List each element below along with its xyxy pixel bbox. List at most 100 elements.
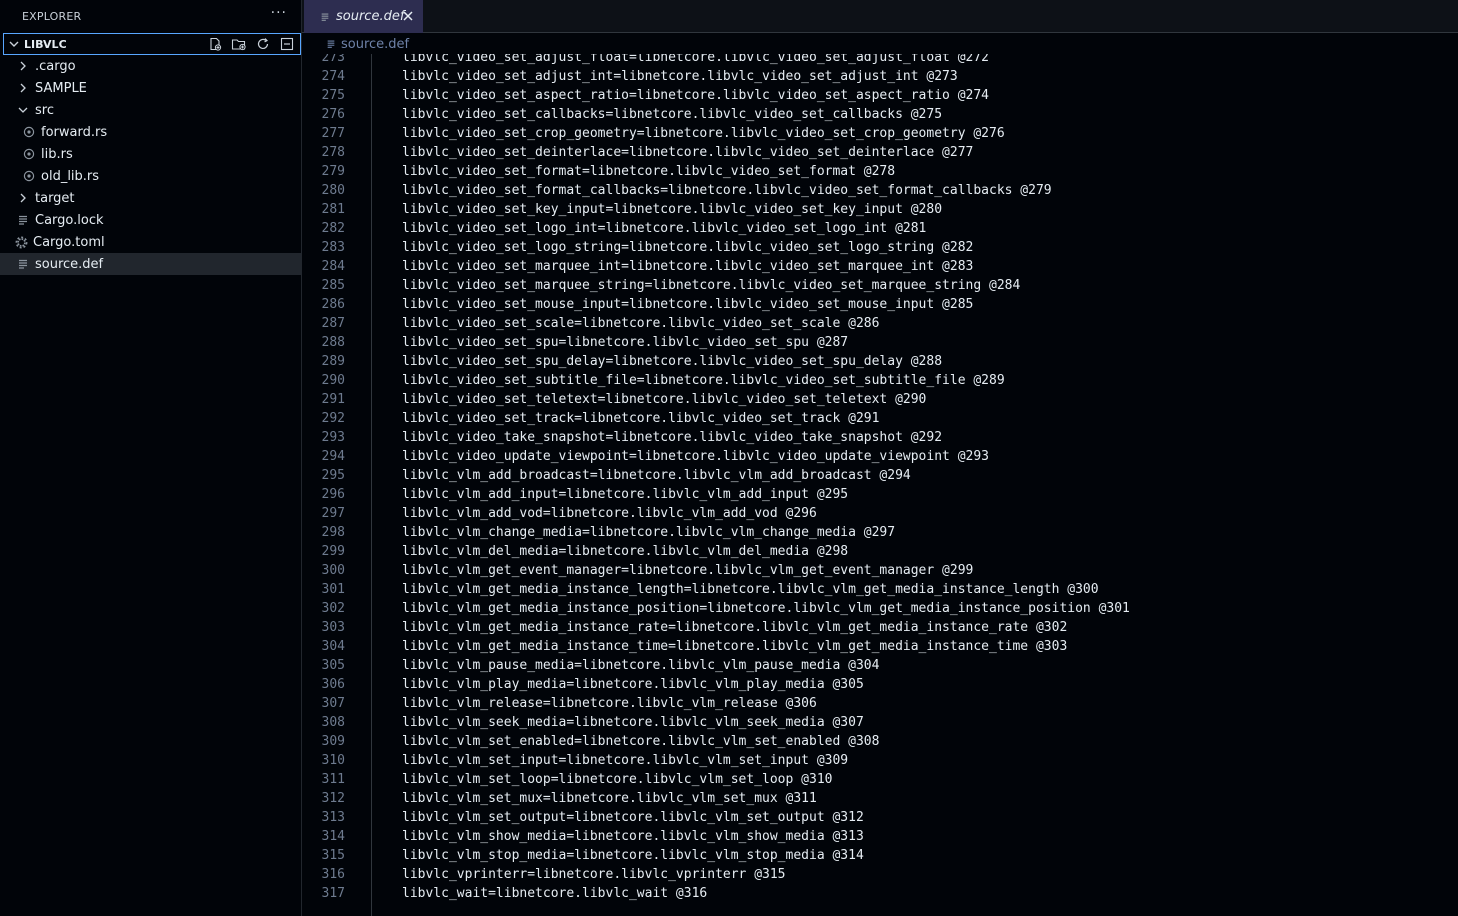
tree-item-lib-rs[interactable]: lib.rs — [0, 143, 301, 165]
rust-file-icon — [22, 125, 36, 139]
tree-item-label: src — [35, 102, 54, 118]
code-line[interactable]: 306 libvlc_vlm_play_media=libnetcore.libv… — [302, 675, 1458, 694]
code-line[interactable]: 274 libvlc_video_set_adjust_int=libnetcor… — [302, 67, 1458, 86]
tree-item-cargo[interactable]: .cargo — [0, 55, 301, 77]
line-number: 311 — [321, 772, 345, 787]
code-line[interactable]: 300 libvlc_vlm_get_event_manager=libnetco… — [302, 561, 1458, 580]
code-line[interactable]: 292 libvlc_video_set_track=libnetcore.lib… — [302, 409, 1458, 428]
tree-item-src[interactable]: src — [0, 99, 301, 121]
line-number: 273 — [321, 54, 345, 65]
code-line[interactable]: 307 libvlc_vlm_release=libnetcore.libvlc_… — [302, 694, 1458, 713]
code-line[interactable]: 310 libvlc_vlm_set_input=libnetcore.libvl… — [302, 751, 1458, 770]
tree-item-cargo-toml[interactable]: Cargo.toml — [0, 231, 301, 253]
code-line[interactable]: 281 libvlc_video_set_key_input=libnetcore… — [302, 200, 1458, 219]
line-text: libvlc_vlm_release=libnetcore.libvlc_vlm… — [402, 696, 817, 711]
line-text: libvlc_video_set_mouse_input=libnetcore.… — [402, 297, 974, 312]
line-text: libvlc_vlm_del_media=libnetcore.libvlc_v… — [402, 544, 849, 559]
code-line[interactable]: 299 libvlc_vlm_del_media=libnetcore.libvl… — [302, 542, 1458, 561]
code-line[interactable]: 279 libvlc_video_set_format=libnetcore.li… — [302, 162, 1458, 181]
line-text: libvlc_wait=libnetcore.libvlc_wait @316 — [402, 886, 708, 901]
code-line[interactable]: 298 libvlc_vlm_change_media=libnetcore.li… — [302, 523, 1458, 542]
line-number: 287 — [321, 316, 345, 331]
line-text: libvlc_video_set_track=libnetcore.libvlc… — [402, 411, 880, 426]
line-text: libvlc_vlm_get_event_manager=libnetcore.… — [402, 563, 974, 578]
code-line[interactable]: 308 libvlc_vlm_seek_media=libnetcore.libv… — [302, 713, 1458, 732]
code-line[interactable]: 314 libvlc_vlm_show_media=libnetcore.libv… — [302, 827, 1458, 846]
close-icon[interactable] — [401, 9, 415, 23]
code-line[interactable]: 295 libvlc_vlm_add_broadcast=libnetcore.l… — [302, 466, 1458, 485]
code-line[interactable]: 301 libvlc_vlm_get_media_instance_length=… — [302, 580, 1458, 599]
workspace-folder-header[interactable]: LIBVLC — [3, 33, 301, 55]
chevron-right-icon — [16, 81, 30, 95]
code-line[interactable]: 291 libvlc_video_set_teletext=libnetcore.… — [302, 390, 1458, 409]
code-line[interactable]: 309 libvlc_vlm_set_enabled=libnetcore.lib… — [302, 732, 1458, 751]
line-text: libvlc_video_set_subtitle_file=libnetcor… — [402, 373, 1005, 388]
line-text: libvlc_vlm_set_output=libnetcore.libvlc_… — [402, 810, 864, 825]
line-number: 279 — [321, 164, 345, 179]
code-line[interactable]: 287 libvlc_video_set_scale=libnetcore.lib… — [302, 314, 1458, 333]
code-line[interactable]: 278 libvlc_video_set_deinterlace=libnetco… — [302, 143, 1458, 162]
code-line[interactable]: 288 libvlc_video_set_spu=libnetcore.libvl… — [302, 333, 1458, 352]
rust-file-icon — [22, 169, 36, 183]
line-number: 291 — [321, 392, 345, 407]
line-number: 293 — [321, 430, 345, 445]
new-folder-icon[interactable] — [230, 35, 248, 53]
tree-item-cargo-lock[interactable]: Cargo.lock — [0, 209, 301, 231]
code-line[interactable]: 280 libvlc_video_set_format_callbacks=lib… — [302, 181, 1458, 200]
refresh-icon[interactable] — [254, 35, 272, 53]
code-line[interactable]: 293 libvlc_video_take_snapshot=libnetcore… — [302, 428, 1458, 447]
chevron-down-icon[interactable] — [6, 38, 22, 50]
code-line[interactable]: 303 libvlc_vlm_get_media_instance_rate=li… — [302, 618, 1458, 637]
tree-item-forward-rs[interactable]: forward.rs — [0, 121, 301, 143]
code-line[interactable]: 312 libvlc_vlm_set_mux=libnetcore.libvlc_… — [302, 789, 1458, 808]
code-line[interactable]: 290 libvlc_video_set_subtitle_file=libnet… — [302, 371, 1458, 390]
line-text: libvlc_video_set_format=libnetcore.libvl… — [402, 164, 896, 179]
tab-source-def[interactable]: source.def — [304, 0, 423, 33]
breadcrumb-item[interactable]: source.def — [341, 37, 409, 52]
code-line[interactable]: 285 libvlc_video_set_marquee_string=libne… — [302, 276, 1458, 295]
line-text: libvlc_vlm_get_media_instance_time=libne… — [402, 639, 1068, 654]
code-line[interactable]: 286 libvlc_video_set_mouse_input=libnetco… — [302, 295, 1458, 314]
line-text: libvlc_video_set_marquee_int=libnetcore.… — [402, 259, 974, 274]
code-line[interactable]: 282 libvlc_video_set_logo_int=libnetcore.… — [302, 219, 1458, 238]
code-editor[interactable]: 273 libvlc_video_set_adjust_float=libnetc… — [302, 54, 1458, 916]
code-line[interactable]: 276 libvlc_video_set_callbacks=libnetcore… — [302, 105, 1458, 124]
code-line[interactable]: 317 libvlc_wait=libnetcore.libvlc_wait @3… — [302, 884, 1458, 903]
code-line[interactable]: 273 libvlc_video_set_adjust_float=libnetc… — [302, 54, 1458, 67]
code-line[interactable]: 305 libvlc_vlm_pause_media=libnetcore.lib… — [302, 656, 1458, 675]
code-line[interactable]: 277 libvlc_video_set_crop_geometry=libnet… — [302, 124, 1458, 143]
collapse-all-icon[interactable] — [278, 35, 296, 53]
breadcrumb: source.def — [302, 34, 1458, 54]
more-actions-icon[interactable]: ··· — [271, 6, 287, 20]
code-line[interactable]: 304 libvlc_vlm_get_media_instance_time=li… — [302, 637, 1458, 656]
tree-item-old-lib-rs[interactable]: old_lib.rs — [0, 165, 301, 187]
line-text: libvlc_vlm_pause_media=libnetcore.libvlc… — [402, 658, 880, 673]
tree-item-label: SAMPLE — [35, 80, 87, 96]
code-line[interactable]: 315 libvlc_vlm_stop_media=libnetcore.libv… — [302, 846, 1458, 865]
code-line[interactable]: 275 libvlc_video_set_aspect_ratio=libnetc… — [302, 86, 1458, 105]
tree-item-sample[interactable]: SAMPLE — [0, 77, 301, 99]
line-number: 285 — [321, 278, 345, 293]
line-text: libvlc_video_update_viewpoint=libnetcore… — [402, 449, 989, 464]
line-number: 304 — [321, 639, 345, 654]
code-line[interactable]: 283 libvlc_video_set_logo_string=libnetco… — [302, 238, 1458, 257]
line-text: libvlc_video_set_spu_delay=libnetcore.li… — [402, 354, 943, 369]
code-line[interactable]: 302 libvlc_vlm_get_media_instance_positio… — [302, 599, 1458, 618]
code-line[interactable]: 296 libvlc_vlm_add_input=libnetcore.libvl… — [302, 485, 1458, 504]
code-line[interactable]: 289 libvlc_video_set_spu_delay=libnetcore… — [302, 352, 1458, 371]
line-text: libvlc_vlm_add_vod=libnetcore.libvlc_vlm… — [402, 506, 817, 521]
code-line[interactable]: 313 libvlc_vlm_set_output=libnetcore.libv… — [302, 808, 1458, 827]
new-file-icon[interactable] — [206, 35, 224, 53]
line-text: libvlc_vlm_set_mux=libnetcore.libvlc_vlm… — [402, 791, 817, 806]
tree-item-source-def[interactable]: source.def — [0, 253, 301, 275]
code-line[interactable]: 294 libvlc_video_update_viewpoint=libnetc… — [302, 447, 1458, 466]
tree-item-target[interactable]: target — [0, 187, 301, 209]
tree-item-label: target — [35, 190, 75, 206]
code-line[interactable]: 316 libvlc_vprinterr=libnetcore.libvlc_vp… — [302, 865, 1458, 884]
code-line[interactable]: 284 libvlc_video_set_marquee_int=libnetco… — [302, 257, 1458, 276]
line-number: 315 — [321, 848, 345, 863]
line-number: 277 — [321, 126, 345, 141]
line-number: 296 — [321, 487, 345, 502]
code-line[interactable]: 297 libvlc_vlm_add_vod=libnetcore.libvlc_… — [302, 504, 1458, 523]
code-line[interactable]: 311 libvlc_vlm_set_loop=libnetcore.libvlc… — [302, 770, 1458, 789]
